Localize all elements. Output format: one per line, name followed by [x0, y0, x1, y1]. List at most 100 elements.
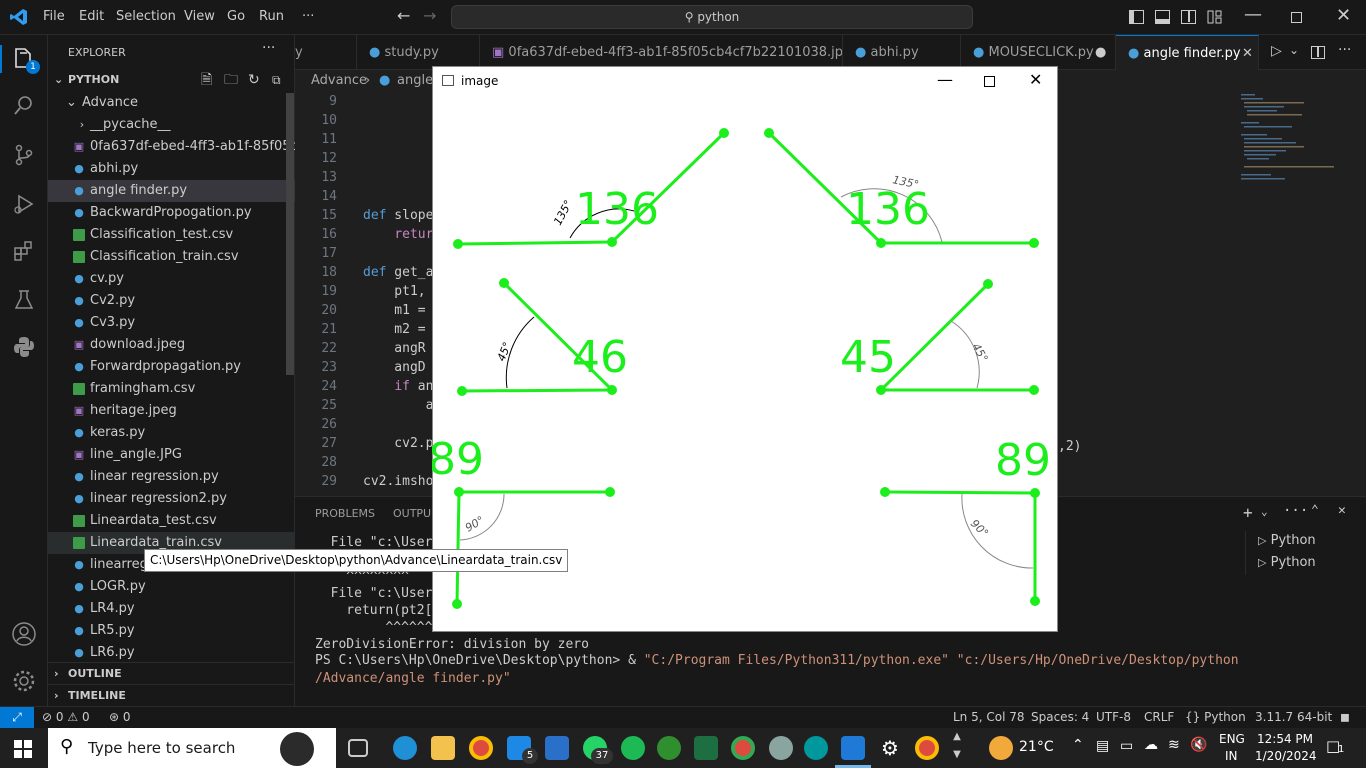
network-icon[interactable]: ▤ [1096, 738, 1109, 754]
file-tree-item[interactable]: Classification_test.csv [48, 224, 295, 246]
settings-gear-icon[interactable] [10, 667, 38, 695]
menu-go[interactable]: Go [227, 9, 245, 24]
close-tab-icon[interactable]: ✕ [1242, 36, 1253, 70]
unsaved-dot-icon[interactable]: ● [1095, 35, 1106, 70]
python-icon[interactable] [10, 333, 38, 361]
python-interpreter[interactable]: 3.11.7 64-bit [1255, 710, 1332, 724]
file-tree-item[interactable]: Classification_train.csv [48, 246, 295, 268]
chevron-down-icon[interactable]: ⌄ [1289, 43, 1299, 57]
file-tree-item[interactable]: ● LR6.py [48, 642, 295, 664]
sidebar-scrollbar[interactable] [286, 93, 294, 375]
tab-jpg-image[interactable]: ▣ 0fa637df-ebed-4ff3-ab1f-85f05cb4cf7b22… [480, 35, 843, 70]
language-region[interactable]: IN [1225, 749, 1238, 763]
menu-run[interactable]: Run [259, 9, 284, 24]
file-tree-item[interactable]: ● LOGR.py [48, 576, 295, 598]
file-tree-item[interactable]: ▣ 0fa637df-ebed-4ff3-ab1f-85f05cb... [48, 136, 295, 158]
breadcrumb-folder[interactable]: Advance [311, 70, 367, 92]
file-tree-item[interactable]: ● Cv2.py [48, 290, 295, 312]
show-hidden-icons-icon[interactable]: ⌃ [1072, 737, 1084, 753]
file-tree-item[interactable]: ● abhi.py [48, 158, 295, 180]
toggle-sidebar-icon[interactable] [1129, 10, 1144, 24]
encoding[interactable]: UTF-8 [1096, 710, 1131, 724]
language-primary[interactable]: ENG [1219, 732, 1245, 746]
file-tree-item[interactable]: ▣ heritage.jpeg [48, 400, 295, 422]
file-tree-item[interactable]: Lineardata_test.csv [48, 510, 295, 532]
file-tree-item[interactable]: ● Forwardpropagation.py [48, 356, 295, 378]
spotify-icon[interactable] [621, 736, 645, 760]
wifi-icon[interactable]: ≋ [1168, 737, 1180, 753]
line-ending[interactable]: CRLF [1144, 710, 1174, 724]
outline-section[interactable]: › OUTLINE [48, 662, 295, 684]
run-file-icon[interactable]: ▷ [1271, 43, 1282, 59]
chrome-icon[interactable] [469, 736, 493, 760]
task-view-icon[interactable] [348, 739, 368, 757]
store-icon[interactable] [545, 736, 569, 760]
file-tree-item[interactable]: ● LR4.py [48, 598, 295, 620]
more-actions-icon[interactable]: ··· [262, 40, 275, 56]
notifications-bell-icon[interactable]: ◼ [1340, 710, 1350, 724]
tab-problems[interactable]: PROBLEMS [315, 507, 375, 520]
menu-selection[interactable]: Selection [116, 9, 176, 24]
onedrive-cloud-icon[interactable]: ☁ [1144, 737, 1158, 753]
speaker-muted-icon[interactable]: 🔇 [1190, 737, 1207, 753]
file-tree-item[interactable]: ● linear regression2.py [48, 488, 295, 510]
new-terminal-plus-icon[interactable]: + [1243, 503, 1253, 522]
excel-icon[interactable] [694, 736, 718, 760]
app-circle-icon[interactable] [657, 736, 681, 760]
chrome-profile-icon[interactable] [731, 736, 755, 760]
menu-edit[interactable]: Edit [79, 9, 104, 24]
indentation[interactable]: Spaces: 4 [1031, 710, 1089, 724]
back-arrow-icon[interactable]: ← [397, 6, 410, 25]
maximize-panel-icon[interactable]: ⌃ [1311, 503, 1319, 518]
file-tree-item[interactable]: ▣ line_angle.JPG [48, 444, 295, 466]
restore-icon[interactable] [1291, 12, 1302, 23]
search-view-icon[interactable] [10, 92, 38, 120]
more-actions-icon[interactable]: ··· [1338, 42, 1351, 58]
chrome-profile-2-icon[interactable] [915, 736, 939, 760]
minimize-icon[interactable]: — [1244, 4, 1262, 25]
taskbar-search-box[interactable]: ⚲ Type here to search [48, 728, 336, 768]
chatgpt-icon[interactable] [769, 736, 793, 760]
close-window-icon[interactable]: ✕ [1336, 5, 1351, 26]
file-tree-item[interactable]: ● cv.py [48, 268, 295, 290]
tab-abhi-py[interactable]: ● abhi.py [843, 35, 961, 70]
file-tree-item[interactable]: ● LR5.py [48, 620, 295, 642]
new-file-icon[interactable]: 🗎 [201, 69, 212, 91]
cursor-position[interactable]: Ln 5, Col 78 [953, 710, 1025, 724]
file-tree-item[interactable]: ● BackwardPropogation.py [48, 202, 295, 224]
minimap[interactable] [1235, 92, 1352, 494]
timeline-section[interactable]: › TIMELINE [48, 684, 295, 706]
file-tree-item[interactable]: ● Cv3.py [48, 312, 295, 334]
clock-date[interactable]: 1/20/2024 [1255, 749, 1317, 763]
tab-study-py[interactable]: ● study.py [357, 35, 480, 70]
more-actions-icon[interactable]: ··· [1283, 503, 1308, 519]
menu-more[interactable]: ··· [302, 9, 314, 24]
ports-status[interactable]: ⊛ 0 [109, 710, 131, 724]
angle-drawing-canvas[interactable]: 136 136 46 45 89 89 135° 135° 45° 45° 90… [432, 66, 1058, 632]
extensions-icon[interactable] [10, 238, 38, 266]
file-tree-item[interactable]: ● linear regression.py [48, 466, 295, 488]
weather-temperature[interactable]: 21°C [1019, 739, 1054, 755]
toggle-secondary-sidebar-icon[interactable] [1181, 10, 1196, 24]
toggle-panel-icon[interactable] [1155, 10, 1170, 24]
battery-icon[interactable]: ▭ [1120, 738, 1133, 754]
terminal-item-python[interactable]: ▷ Python [1258, 555, 1316, 570]
windows-start-icon[interactable] [14, 740, 32, 758]
folder-advance[interactable]: ⌄ Advance [48, 92, 295, 114]
file-explorer-icon[interactable] [431, 736, 455, 760]
weather-sun-icon[interactable] [989, 736, 1013, 760]
customize-layout-icon[interactable] [1207, 10, 1222, 24]
file-tree-item[interactable]: framingham.csv [48, 378, 295, 400]
remote-indicator-icon[interactable]: ⤢ [0, 707, 34, 729]
run-debug-icon[interactable] [10, 190, 38, 218]
tab-partial[interactable]: y [295, 35, 357, 70]
chevron-down-icon[interactable]: ⌄ [1261, 505, 1268, 518]
breadcrumb-file[interactable]: angle [397, 70, 433, 92]
collapse-all-icon[interactable]: ⧉ [272, 69, 281, 91]
tab-output[interactable]: OUTPU [393, 507, 431, 520]
command-center-search[interactable]: ⚲ python [451, 5, 973, 29]
close-panel-icon[interactable]: ✕ [1338, 503, 1346, 518]
file-tree-item[interactable]: ● keras.py [48, 422, 295, 444]
root-folder-python[interactable]: ⌄ PYTHON 🗎 🗀 ↻ ⧉ [48, 69, 295, 91]
vscode-taskbar-icon[interactable] [841, 736, 865, 760]
